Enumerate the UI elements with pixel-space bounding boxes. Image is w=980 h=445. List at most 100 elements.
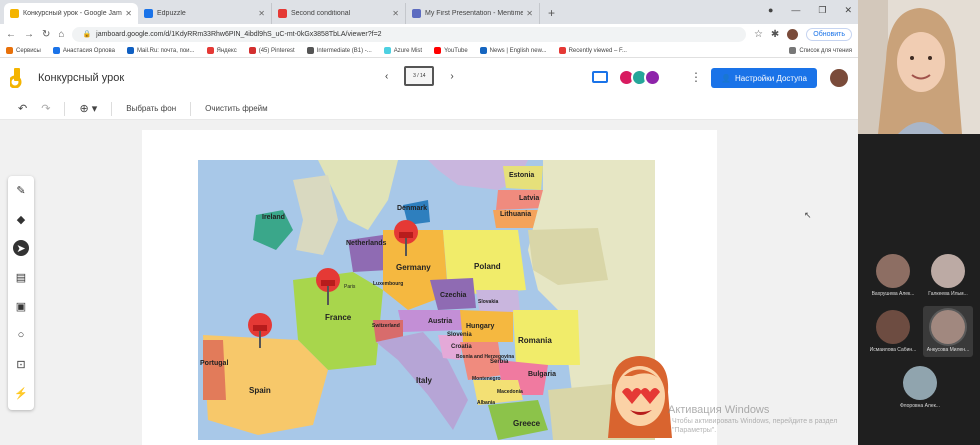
bookmark-item[interactable]: Recently viewed – F... xyxy=(558,47,627,54)
reading-list-icon xyxy=(789,47,797,54)
map-label: Bulgaria xyxy=(528,371,557,378)
participant-name: Флоровна Алек... xyxy=(900,403,940,409)
star-icon[interactable]: ☆ xyxy=(754,29,763,40)
map-label: Paris xyxy=(344,284,356,290)
heart-eyes-avatar-sticker-icon[interactable] xyxy=(602,352,678,438)
prev-frame-button[interactable]: ‹ xyxy=(385,71,388,82)
participant-avatar xyxy=(876,310,910,344)
zoom-icon[interactable]: ⊕ ▾ xyxy=(79,102,97,115)
bookmark-item[interactable]: Яндекс xyxy=(206,47,237,54)
eraser-icon[interactable]: ◆ xyxy=(13,211,29,227)
tab-title: My First Presentation - Mentimeter xyxy=(425,10,524,17)
bookmark-item[interactable]: Анастасия Орлова xyxy=(52,47,115,54)
browser-window: Конкурсный урок - Google Jam ✕ Edpuzzle … xyxy=(0,0,858,445)
bookmark-item[interactable]: Azure Mist xyxy=(383,47,423,54)
close-icon[interactable]: ✕ xyxy=(125,9,132,18)
bookmark-item[interactable]: Mail.Ru: почта, пои... xyxy=(126,47,195,54)
map-label: Switzerland xyxy=(372,323,400,329)
user-avatar[interactable] xyxy=(830,69,848,87)
present-icon[interactable] xyxy=(592,71,608,83)
circle-shape-icon[interactable]: ○ xyxy=(13,327,29,343)
laser-icon[interactable]: ⚡ xyxy=(13,385,29,401)
reload-icon[interactable]: ↻ xyxy=(42,29,50,40)
undo-icon[interactable]: ↶ xyxy=(18,102,27,115)
divider xyxy=(64,101,66,116)
close-icon[interactable]: ✕ xyxy=(392,9,399,18)
close-window-icon[interactable]: ✕ xyxy=(844,5,852,16)
sticky-note-icon[interactable]: ▤ xyxy=(13,269,29,285)
next-frame-button[interactable]: › xyxy=(450,71,453,82)
share-button[interactable]: 👤 Настройки Доступа xyxy=(711,68,817,88)
bookmark-item[interactable]: Intermediate (B1) -... xyxy=(306,47,372,54)
record-icon[interactable]: ● xyxy=(768,5,773,16)
europe-map-image xyxy=(198,160,655,440)
forward-icon[interactable]: → xyxy=(24,29,34,40)
mentimeter-favicon-icon xyxy=(412,9,421,18)
reading-list[interactable]: Список для чтения xyxy=(789,47,852,54)
redo-icon[interactable]: ↷ xyxy=(41,102,50,115)
select-arrow-icon[interactable]: ➤ xyxy=(13,240,29,256)
back-icon[interactable]: ← xyxy=(6,29,16,40)
more-options-icon[interactable]: ⋮ xyxy=(690,70,702,84)
map-label: Lithuania xyxy=(500,211,532,218)
jamboard-toolbar: ↶ ↷ ⊕ ▾ Выбрать фон Очистить фрейм xyxy=(0,98,858,120)
bookmark-label: Recently viewed – F... xyxy=(568,47,627,54)
update-button[interactable]: Обновить xyxy=(806,27,852,41)
participant-tile[interactable]: Галкеева Ильм... xyxy=(923,254,973,297)
participant-avatar xyxy=(903,366,937,400)
home-icon[interactable]: ⌂ xyxy=(58,29,64,40)
divider xyxy=(190,101,192,116)
new-tab-button[interactable]: + xyxy=(540,6,563,24)
board-title[interactable]: Конкурсный урок xyxy=(38,72,124,84)
map-label: Italy xyxy=(416,376,433,385)
participant-tile[interactable]: Флоровна Алек... xyxy=(895,366,945,409)
text-box-icon[interactable]: ⊡ xyxy=(13,356,29,372)
bookmark-services[interactable]: Сервисы xyxy=(6,47,41,54)
tab-mentimeter[interactable]: My First Presentation - Mentimeter ✕ xyxy=(406,3,540,24)
minimize-icon[interactable]: — xyxy=(791,5,800,16)
extensions-icon[interactable]: ✱ xyxy=(771,29,779,40)
bookmark-item[interactable]: (45) Pinterest xyxy=(248,47,295,54)
bookmark-label: Azure Mist xyxy=(393,47,423,54)
jamboard-logo-icon[interactable] xyxy=(8,68,22,89)
maximize-icon[interactable]: ❐ xyxy=(818,5,826,16)
profile-icon[interactable] xyxy=(787,28,799,40)
participant-avatar xyxy=(876,254,910,288)
bookmarks-bar: Сервисы Анастасия Орлова Mail.Ru: почта,… xyxy=(0,44,858,58)
lock-icon: 🔒 xyxy=(82,31,92,38)
url-text: jamboard.google.com/d/1KdyRRm33Rhw6PIN_4… xyxy=(96,30,382,38)
map-label: Romania xyxy=(518,336,552,345)
tab-title: Конкурсный урок - Google Jam xyxy=(23,10,122,17)
participant-tile[interactable]: Вахрушева Алек... xyxy=(868,254,918,297)
url-field[interactable]: 🔒 jamboard.google.com/d/1KdyRRm33Rhw6PIN… xyxy=(72,26,746,42)
bookmark-item[interactable]: YouTube xyxy=(434,47,468,54)
video-call-panel: Вахрушева Алек... Галкеева Ильм... Исмаи… xyxy=(858,0,980,445)
bookmark-label: News | English new... xyxy=(489,47,547,54)
map-label: Luxembourg xyxy=(373,281,404,287)
image-icon[interactable]: ▣ xyxy=(13,298,29,314)
close-icon[interactable]: ✕ xyxy=(526,9,533,18)
divider xyxy=(111,101,113,116)
set-background-button[interactable]: Выбрать фон xyxy=(126,104,176,113)
mouse-cursor-icon: ↖ xyxy=(804,210,812,220)
tab-jamboard[interactable]: Конкурсный урок - Google Jam ✕ xyxy=(4,3,138,24)
map-label: Albania xyxy=(477,400,496,406)
news-icon xyxy=(479,47,487,54)
participant-name: Исмаилова Сабин... xyxy=(869,347,917,353)
frame-pager: ‹ 3 / 14 › xyxy=(385,66,454,86)
clear-frame-button[interactable]: Очистить фрейм xyxy=(205,104,268,113)
bookmark-item[interactable]: News | English new... xyxy=(479,47,547,54)
participant-tile[interactable]: Анкусова Милен... xyxy=(923,306,973,357)
participant-tile[interactable]: Исмаилова Сабин... xyxy=(868,310,918,353)
tab-second-conditional[interactable]: Second conditional ✕ xyxy=(272,3,406,24)
close-icon[interactable]: ✕ xyxy=(258,9,265,18)
participant-name: Галкеева Ильм... xyxy=(928,291,968,297)
apps-icon xyxy=(6,47,13,54)
windows-activation-title: Активация Windows xyxy=(668,404,770,416)
avatar[interactable] xyxy=(644,69,661,86)
participant-name: Анкусова Милен... xyxy=(926,347,970,353)
tab-edpuzzle[interactable]: Edpuzzle ✕ xyxy=(138,3,272,24)
frame-thumbnail[interactable]: 3 / 14 xyxy=(404,66,435,86)
pen-icon[interactable]: ✎ xyxy=(13,182,29,198)
bookmark-label: Яндекс xyxy=(216,47,237,54)
